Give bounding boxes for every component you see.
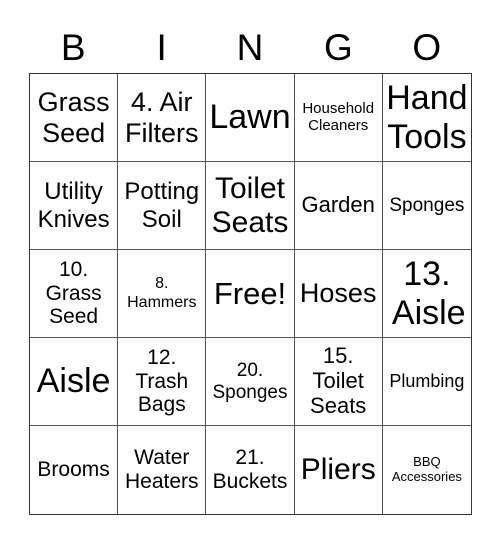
bingo-cell[interactable]: BBQ Accessories: [383, 426, 471, 514]
cell-label: Potting Soil: [124, 178, 200, 233]
bingo-cell[interactable]: 13. Aisle: [382, 250, 471, 338]
bingo-cell-free[interactable]: Free!: [206, 250, 295, 338]
cell-label: 4. Air Filters: [125, 87, 199, 148]
bingo-cell[interactable]: Lawn: [206, 74, 295, 162]
bingo-cell[interactable]: Utility Knives: [30, 162, 119, 250]
bingo-grid: Grass Seed 4. Air Filters Lawn Household Cl…: [29, 73, 472, 515]
bingo-cell[interactable]: Sponges: [382, 162, 471, 250]
cell-label: Plumbing: [389, 371, 465, 392]
cell-label: 8. Hammers: [127, 275, 197, 311]
bingo-cell[interactable]: 4. Air Filters: [118, 74, 207, 162]
bingo-cell[interactable]: 21. Buckets: [206, 426, 295, 514]
bingo-cell[interactable]: Water Heaters: [118, 426, 207, 514]
header-letter-b: B: [60, 27, 86, 68]
bingo-cell[interactable]: 15. Toilet Seats: [294, 338, 383, 426]
bingo-cell[interactable]: 20. Sponges: [206, 338, 295, 426]
cell-label: Brooms: [37, 458, 110, 482]
cell-label: Hoses: [299, 278, 377, 309]
bingo-cell[interactable]: Garden: [294, 162, 383, 250]
bingo-cell[interactable]: Toilet Seats: [206, 162, 295, 250]
bingo-cell[interactable]: Hand Tools: [382, 74, 471, 162]
cell-label: 20. Sponges: [212, 360, 288, 403]
bingo-cell[interactable]: Hoses: [294, 250, 383, 338]
header-letter-i: I: [156, 27, 167, 68]
header-letter-n: N: [236, 27, 264, 68]
cell-label: 21. Buckets: [212, 446, 288, 493]
bingo-cell[interactable]: 10. Grass Seed: [30, 250, 119, 338]
cell-label: Hand Tools: [386, 79, 468, 156]
cell-label: Utility Knives: [37, 178, 110, 233]
bingo-cell[interactable]: 8. Hammers: [118, 250, 207, 338]
cell-label: Toilet Seats: [211, 171, 289, 239]
cell-label: 10. Grass Seed: [45, 257, 102, 329]
bingo-cell[interactable]: Pliers: [295, 426, 383, 514]
cell-label: 12. Trash Bags: [135, 345, 189, 417]
cell-label: Garden: [301, 192, 375, 218]
bingo-cell[interactable]: Brooms: [30, 426, 119, 514]
cell-label: Water Heaters: [125, 446, 199, 493]
bingo-cell[interactable]: Aisle: [30, 338, 119, 426]
cell-label: 15. Toilet Seats: [310, 343, 367, 418]
cell-label: Aisle: [36, 362, 111, 401]
bingo-cell[interactable]: 12. Trash Bags: [118, 338, 207, 426]
bingo-cell[interactable]: Plumbing: [382, 338, 471, 426]
cell-label: 13. Aisle: [391, 255, 466, 332]
cell-label: Lawn: [209, 98, 291, 137]
cell-label: BBQ Accessories: [391, 454, 462, 484]
cell-label: Sponges: [389, 194, 465, 216]
bingo-cell[interactable]: Grass Seed: [30, 74, 119, 162]
header-letter-o: O: [412, 27, 442, 68]
bingo-header: B I N G O: [29, 24, 471, 72]
cell-label: Household Cleaners: [302, 99, 375, 134]
cell-label: Free!: [213, 275, 287, 311]
bingo-cell[interactable]: Household Cleaners: [294, 74, 383, 162]
cell-label: Pliers: [300, 453, 376, 487]
bingo-cell[interactable]: Potting Soil: [118, 162, 207, 250]
cell-label: Grass Seed: [37, 87, 110, 148]
header-letter-g: G: [323, 27, 353, 68]
